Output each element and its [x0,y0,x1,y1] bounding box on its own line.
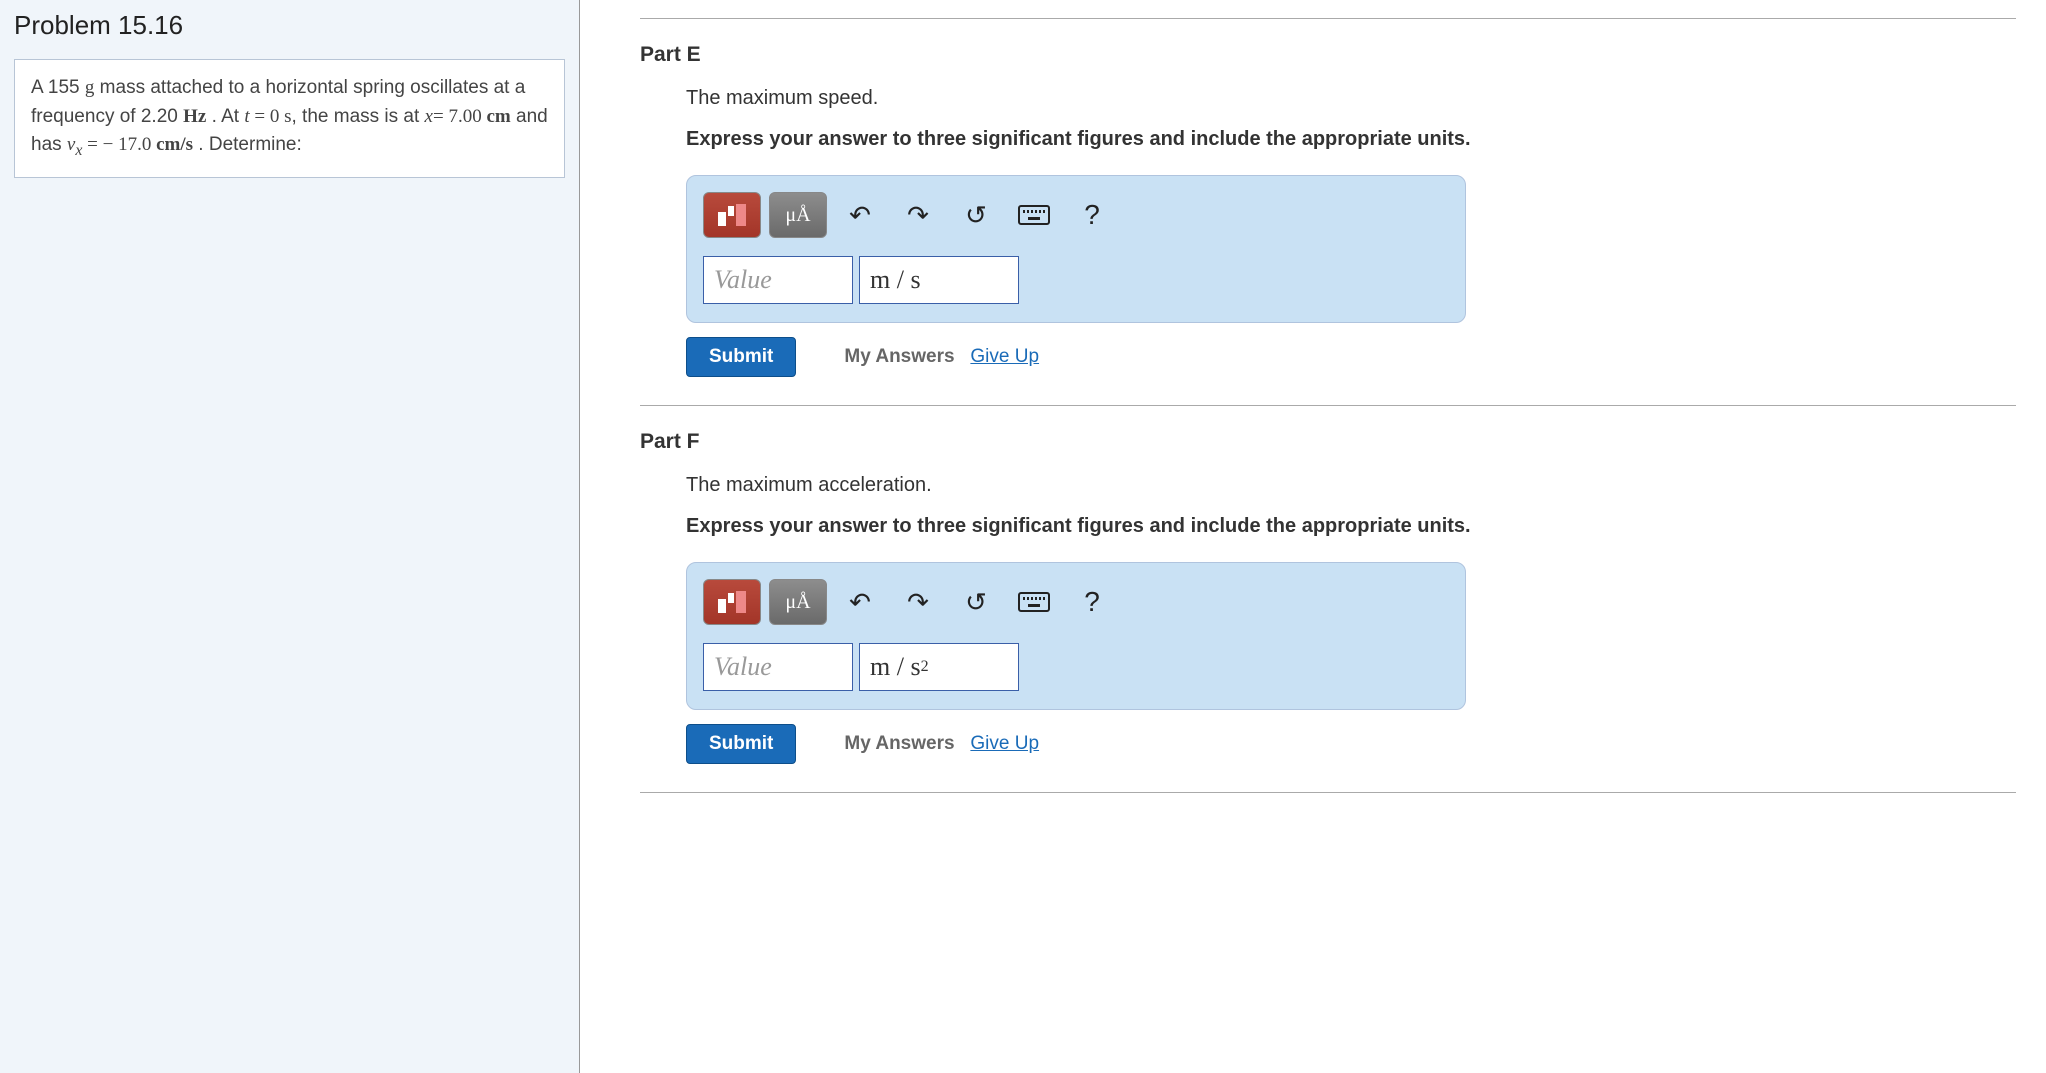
keyboard-icon [1018,592,1050,612]
answer-input-row: Value m / s [703,256,1449,304]
redo-button[interactable]: ↷ [893,579,943,625]
part-prompt: The maximum acceleration. [686,474,2016,497]
part-actions: Submit My Answers Give Up [686,337,2016,377]
units-input[interactable]: m / s2 [859,643,1019,691]
value-input[interactable]: Value [703,256,853,304]
help-button[interactable]: ? [1067,579,1117,625]
answer-input-row: Value m / s2 [703,643,1449,691]
greek-symbols-button[interactable]: μÅ [769,579,827,625]
reset-icon: ↺ [965,200,987,231]
templates-icon [718,204,746,226]
equation-toolbar: μÅ ↶ ↷ ↺ ? [703,579,1449,625]
answer-input-box: μÅ ↶ ↷ ↺ ? Value m / s2 [686,562,1466,710]
problem-sidebar: Problem 15.16 A 155 g mass attached to a… [0,0,580,1073]
help-button[interactable]: ? [1067,192,1117,238]
keyboard-button[interactable] [1009,192,1059,238]
give-up-link[interactable]: Give Up [970,733,1039,754]
part-e-block: Part E The maximum speed. Express your a… [640,18,2016,406]
answer-input-box: μÅ ↶ ↷ ↺ ? Value m / s [686,175,1466,323]
templates-button[interactable] [703,579,761,625]
reset-button[interactable]: ↺ [951,579,1001,625]
submit-button[interactable]: Submit [686,724,796,764]
keyboard-button[interactable] [1009,579,1059,625]
part-instruction: Express your answer to three significant… [686,515,2016,538]
part-actions: Submit My Answers Give Up [686,724,2016,764]
redo-button[interactable]: ↷ [893,192,943,238]
part-title: Part E [640,43,2016,67]
part-prompt: The maximum speed. [686,87,2016,110]
value-input[interactable]: Value [703,643,853,691]
undo-button[interactable]: ↶ [835,579,885,625]
templates-icon [718,591,746,613]
my-answers-link[interactable]: My Answers [844,733,954,754]
reset-icon: ↺ [965,587,987,618]
part-instruction: Express your answer to three significant… [686,128,2016,151]
problem-title: Problem 15.16 [14,10,565,41]
greek-symbols-button[interactable]: μÅ [769,192,827,238]
undo-icon: ↶ [849,200,871,231]
redo-icon: ↷ [907,200,929,231]
redo-icon: ↷ [907,587,929,618]
undo-button[interactable]: ↶ [835,192,885,238]
my-answers-link[interactable]: My Answers [844,346,954,367]
part-f-block: Part F The maximum acceleration. Express… [640,406,2016,793]
units-input[interactable]: m / s [859,256,1019,304]
keyboard-icon [1018,205,1050,225]
problem-description: A 155 g mass attached to a horizontal sp… [14,59,565,178]
equation-toolbar: μÅ ↶ ↷ ↺ ? [703,192,1449,238]
answer-panel: Part E The maximum speed. Express your a… [580,0,2046,1073]
give-up-link[interactable]: Give Up [970,346,1039,367]
reset-button[interactable]: ↺ [951,192,1001,238]
templates-button[interactable] [703,192,761,238]
part-title: Part F [640,430,2016,454]
undo-icon: ↶ [849,587,871,618]
submit-button[interactable]: Submit [686,337,796,377]
